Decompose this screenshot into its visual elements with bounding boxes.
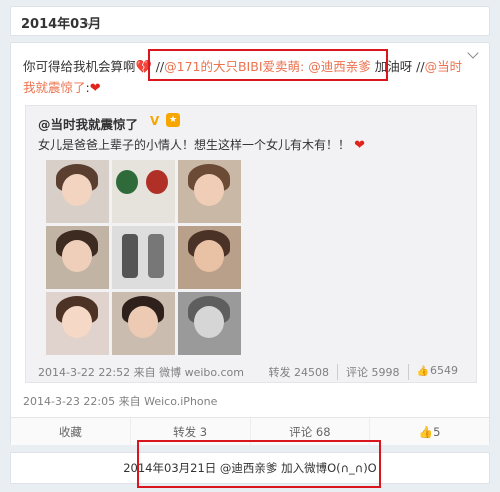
timeline: 2014年03月 你可得给我机会算啊💔 //@171的大只BIBI爱卖萌: @迪… bbox=[10, 0, 490, 492]
photo-thumbnail[interactable] bbox=[178, 160, 241, 223]
weibo-post-card: 你可得给我机会算啊💔 //@171的大只BIBI爱卖萌: @迪西亲爹 加油呀 /… bbox=[10, 42, 490, 445]
post-timestamp[interactable]: 2014-3-23 22:05 来自 Weico.iPhone bbox=[23, 393, 217, 409]
favorite-button[interactable]: 收藏 bbox=[11, 418, 130, 445]
photo-thumbnail[interactable] bbox=[46, 226, 109, 289]
like-count-link[interactable]: 👍 6549 bbox=[407, 364, 467, 380]
repost-text: 女儿是爸爸上辈子的小情人！想生这样一个女儿有木有！！ ❤ bbox=[38, 138, 366, 153]
repost-stats: 转发 24508 评论 5998 👍 6549 bbox=[261, 364, 467, 380]
highlight-annotation bbox=[148, 49, 388, 81]
repost-author-link[interactable]: @当时我就震惊了 bbox=[38, 114, 138, 133]
reposted-content: @当时我就震惊了 V ★ 女儿是爸爸上辈子的小情人！想生这样一个女儿有木有！！ … bbox=[25, 105, 477, 383]
photo-thumbnail[interactable] bbox=[112, 160, 175, 223]
thumbs-up-icon: 👍 bbox=[416, 366, 429, 377]
photo-thumbnail[interactable] bbox=[178, 226, 241, 289]
comment-count-link[interactable]: 评论 5998 bbox=[337, 364, 408, 380]
repost-count-link[interactable]: 转发 24508 bbox=[261, 364, 338, 380]
post-text-prefix: 你可得给我机会算啊 bbox=[23, 59, 136, 74]
member-badge-icon: ★ bbox=[166, 113, 180, 127]
photo-thumbnail[interactable] bbox=[46, 292, 109, 355]
photo-thumbnail[interactable] bbox=[112, 226, 175, 289]
photo-thumbnail[interactable] bbox=[178, 292, 241, 355]
separator: // bbox=[416, 59, 425, 74]
thumbs-up-icon: 👍 bbox=[418, 425, 434, 439]
photo-thumbnail[interactable] bbox=[46, 160, 109, 223]
heart-icon: ❤ bbox=[89, 81, 101, 96]
like-button[interactable]: 👍5 bbox=[369, 418, 489, 445]
month-selector[interactable]: 2014年03月 bbox=[10, 6, 490, 36]
highlight-annotation bbox=[137, 440, 381, 488]
heart-icon: ❤ bbox=[350, 138, 366, 153]
photo-thumbnail[interactable] bbox=[112, 292, 175, 355]
repost-timestamp[interactable]: 2014-3-22 22:52 来自 微博 weibo.com bbox=[38, 364, 244, 380]
verified-badge-icon: V bbox=[150, 114, 160, 128]
